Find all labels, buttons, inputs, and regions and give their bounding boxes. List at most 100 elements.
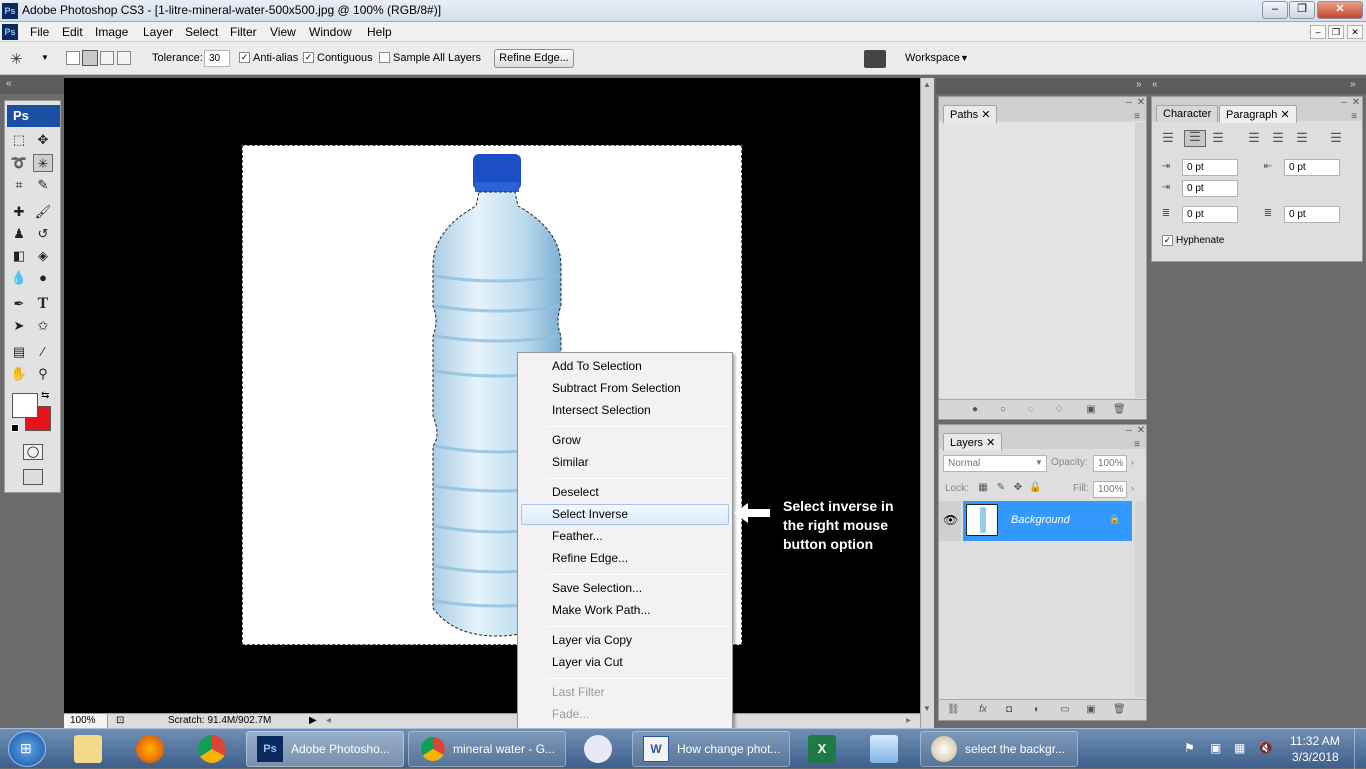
layer-row-background[interactable]: Background 🔒: [963, 501, 1132, 541]
new-layer-icon[interactable]: ▣: [1085, 704, 1097, 716]
eyedropper-tool-icon[interactable]: ⁄: [33, 343, 53, 361]
delete-path-icon[interactable]: 🗑: [1113, 404, 1126, 416]
scroll-left-icon[interactable]: ◂: [326, 715, 331, 726]
magic-wand-icon[interactable]: ✳: [10, 50, 23, 68]
new-selection-icon[interactable]: [66, 51, 80, 65]
space-before-input[interactable]: 0 pt: [1182, 206, 1238, 223]
type-tool-icon[interactable]: T: [33, 295, 53, 313]
healing-brush-icon[interactable]: ✚: [9, 203, 29, 221]
space-after-input[interactable]: 0 pt: [1284, 206, 1340, 223]
marquee-tool-icon[interactable]: ⬚: [9, 131, 29, 149]
sample-all-layers-checkbox[interactable]: [379, 52, 390, 63]
chrome-icon[interactable]: [198, 735, 226, 763]
fill-arrow-icon[interactable]: ›: [1131, 483, 1134, 493]
indent-left-input[interactable]: 0 pt: [1182, 159, 1238, 176]
screen-mode-icon[interactable]: [23, 469, 43, 485]
refine-edge-button[interactable]: Refine Edge...: [494, 49, 574, 68]
panel-minimize-icon[interactable]: –: [1123, 97, 1135, 109]
load-selection-icon[interactable]: ◌: [1025, 404, 1037, 416]
opacity-arrow-icon[interactable]: ›: [1131, 457, 1134, 467]
blend-mode-select[interactable]: Normal: [943, 455, 1047, 472]
tab-character[interactable]: Character: [1156, 105, 1219, 122]
tool-preset-chevron-icon[interactable]: ▼: [41, 53, 49, 62]
menu-layer[interactable]: Layer: [139, 24, 177, 40]
eye-icon[interactable]: 👁: [943, 513, 958, 527]
menu-select-inverse[interactable]: Select Inverse: [552, 507, 628, 521]
delete-layer-icon[interactable]: 🗑: [1113, 704, 1126, 716]
quick-mask-icon[interactable]: ◯: [23, 444, 43, 460]
bridge-icon[interactable]: [864, 50, 886, 68]
show-desktop-button[interactable]: [1354, 729, 1366, 769]
panel-menu-icon[interactable]: ≡: [1131, 439, 1143, 451]
justify-all-icon[interactable]: ☰: [1330, 131, 1342, 144]
make-work-path-icon[interactable]: ♢: [1053, 404, 1065, 416]
layer-name[interactable]: Background: [1011, 514, 1070, 526]
clock-date[interactable]: 3/3/2018: [1292, 750, 1339, 764]
hyphenate-checkbox[interactable]: ✓: [1162, 235, 1173, 246]
menu-layer-via-cut[interactable]: Layer via Cut: [552, 655, 623, 669]
panel-close-icon[interactable]: ✕: [1350, 97, 1362, 109]
lock-position-icon[interactable]: ✥: [1012, 482, 1024, 494]
contiguous-checkbox[interactable]: ✓: [303, 52, 314, 63]
lock-image-icon[interactable]: ✎: [995, 482, 1007, 494]
menu-filter[interactable]: Filter: [226, 24, 261, 40]
workspace-button[interactable]: Workspace: [905, 52, 960, 64]
snipping-tool-icon[interactable]: [584, 735, 612, 763]
menu-add-to-selection[interactable]: Add To Selection: [552, 359, 642, 373]
menu-save-selection[interactable]: Save Selection...: [552, 581, 642, 595]
new-path-icon[interactable]: ▣: [1085, 404, 1097, 416]
lasso-tool-icon[interactable]: ➰: [9, 154, 29, 172]
start-button[interactable]: ⊞: [8, 731, 46, 767]
lock-transparent-icon[interactable]: ▦: [977, 482, 989, 494]
paths-scrollbar[interactable]: [1135, 123, 1145, 398]
status-info-icon[interactable]: ⊡: [116, 715, 124, 726]
device-icon[interactable]: ▣: [1210, 741, 1221, 755]
expand-dock-right-icon[interactable]: »: [1350, 79, 1356, 90]
menu-similar[interactable]: Similar: [552, 455, 589, 469]
close-tab-icon[interactable]: ✕: [981, 109, 990, 121]
paths-list[interactable]: [939, 123, 1135, 398]
align-right-icon[interactable]: ☰: [1212, 131, 1224, 144]
panel-minimize-icon[interactable]: –: [1338, 97, 1350, 109]
fill-path-icon[interactable]: ●: [969, 404, 981, 416]
menu-make-work-path[interactable]: Make Work Path...: [552, 603, 650, 617]
notes-tool-icon[interactable]: ▤: [9, 343, 29, 361]
clock-time[interactable]: 11:32 AM: [1290, 734, 1340, 748]
layers-scrollbar[interactable]: [1135, 501, 1145, 697]
tab-paragraph[interactable]: Paragraph ✕: [1219, 105, 1297, 123]
blur-tool-icon[interactable]: 💧: [9, 269, 29, 287]
notes-app-icon[interactable]: [870, 735, 898, 763]
justify-right-icon[interactable]: ☰: [1296, 131, 1308, 144]
taskbar-word[interactable]: W How change phot...: [632, 731, 790, 767]
menu-layer-via-copy[interactable]: Layer via Copy: [552, 633, 632, 647]
pen-tool-icon[interactable]: ✒: [9, 295, 29, 313]
close-tab-icon[interactable]: ✕: [986, 437, 995, 449]
align-left-icon[interactable]: ☰: [1162, 131, 1174, 144]
maximize-button[interactable]: ❐: [1289, 1, 1315, 19]
network-icon[interactable]: ▦: [1234, 741, 1245, 755]
panel-close-icon[interactable]: ✕: [1135, 97, 1147, 109]
zoom-tool-icon[interactable]: ⚲: [33, 365, 53, 383]
menu-grow[interactable]: Grow: [552, 433, 581, 447]
workspace-chevron-icon[interactable]: ▼: [960, 53, 969, 63]
zoom-level[interactable]: 100%: [64, 714, 108, 728]
indent-first-line-input[interactable]: 0 pt: [1182, 180, 1238, 197]
panel-close-icon[interactable]: ✕: [1135, 425, 1147, 437]
hand-tool-icon[interactable]: ✋: [9, 365, 29, 383]
layer-style-icon[interactable]: fx: [977, 704, 989, 716]
expand-dock-icon[interactable]: »: [1136, 79, 1142, 90]
menu-image[interactable]: Image: [91, 24, 132, 40]
panel-menu-icon[interactable]: ≡: [1348, 111, 1360, 123]
slice-tool-icon[interactable]: ✎: [33, 176, 53, 194]
intersect-selection-icon[interactable]: [117, 51, 131, 65]
opacity-input[interactable]: 100%: [1093, 455, 1127, 472]
scroll-right-icon[interactable]: ▸: [906, 715, 911, 726]
tab-layers[interactable]: Layers ✕: [943, 433, 1003, 451]
foreground-color-swatch[interactable]: [12, 393, 38, 418]
move-tool-icon[interactable]: ✥: [33, 131, 53, 149]
new-group-icon[interactable]: ▭: [1059, 704, 1071, 716]
photoshop-menu-icon[interactable]: Ps: [2, 24, 18, 40]
collapse-icon[interactable]: «: [6, 78, 12, 89]
menu-help[interactable]: Help: [363, 24, 396, 40]
vertical-scrollbar[interactable]: ▲ ▼: [920, 78, 934, 728]
